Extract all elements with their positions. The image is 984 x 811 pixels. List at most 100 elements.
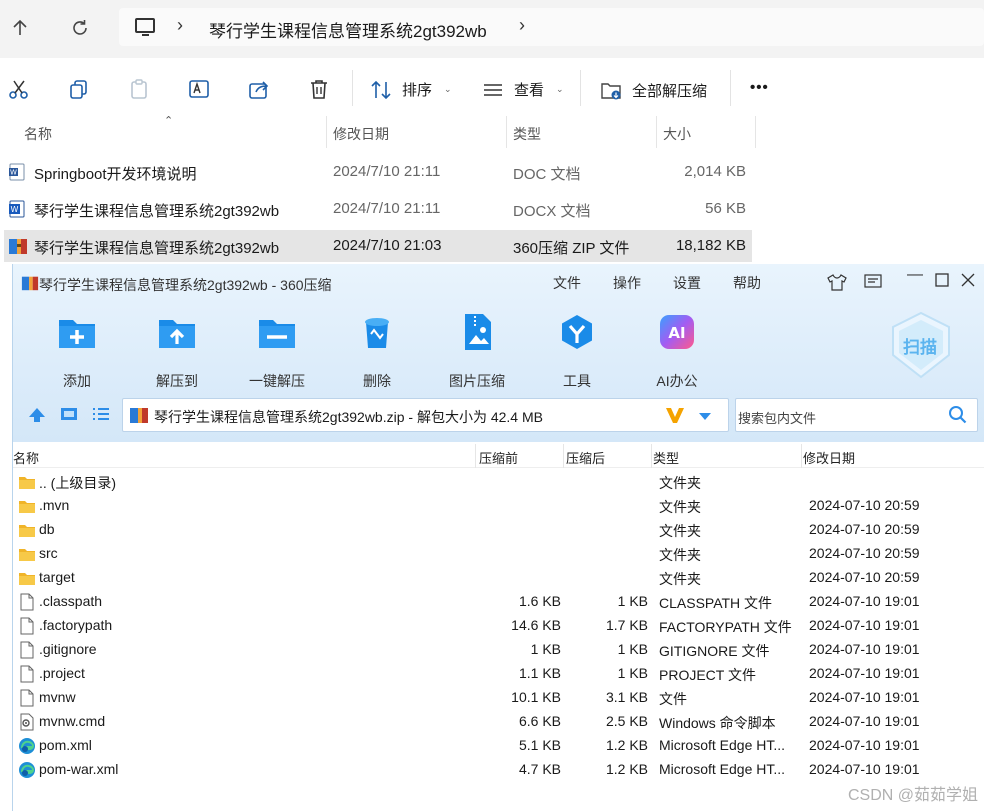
menu-help[interactable]: 帮助 [733, 273, 761, 293]
edge-icon [18, 737, 36, 755]
file-modified: 2024/7/10 21:03 [333, 237, 442, 254]
archive-file-row[interactable]: .project 1.1 KB 1 KB PROJECT 文件 2024-07-10 1… [13, 662, 984, 686]
chevron-right-icon[interactable]: › [177, 15, 183, 36]
col-modified[interactable]: 修改日期 [333, 124, 389, 144]
menu-settings[interactable]: 设置 [673, 273, 701, 293]
column-divider[interactable] [755, 116, 756, 148]
folder-icon [18, 569, 36, 587]
archive-file-row[interactable]: mvnw.cmd 6.6 KB 2.5 KB Windows 命令脚本 2024-07-… [13, 710, 984, 734]
col-type[interactable]: 类型 [653, 448, 679, 467]
archive-search-input[interactable]: 搜索包内文件 [735, 398, 978, 432]
col-name[interactable]: 名称 [24, 124, 52, 144]
image-compress-button[interactable]: 图片压缩 [435, 312, 519, 389]
col-before[interactable]: 压缩前 [479, 448, 518, 467]
archive-file-before: 6.6 KB [518, 713, 561, 729]
minimize-icon[interactable]: — [907, 266, 923, 284]
archive-file-row[interactable]: .factorypath 14.6 KB 1.7 KB FACTORYPATH 文件 2… [13, 614, 984, 638]
col-type[interactable]: 类型 [513, 124, 541, 144]
menu-file[interactable]: 文件 [553, 273, 581, 293]
add-label: 添加 [63, 373, 91, 389]
archive-file-type: Windows 命令脚本 [659, 715, 776, 731]
col-size[interactable]: 大小 [663, 124, 691, 144]
archive-file-name: pom-war.xml [39, 761, 119, 777]
zip-window-header: 琴行学生课程信息管理系统2gt392wb - 360压缩 文件 操作 设置 帮助… [13, 264, 984, 442]
column-divider[interactable] [475, 444, 476, 468]
up-level-icon[interactable] [27, 405, 47, 428]
column-divider[interactable] [563, 444, 564, 468]
extract-to-button[interactable]: 解压到 [135, 312, 219, 389]
archive-file-row[interactable]: .classpath 1.6 KB 1 KB CLASSPATH 文件 2024-07-… [13, 590, 984, 614]
ai-office-button[interactable]: AI AI办公 [635, 312, 719, 389]
archive-file-after: 1.2 KB [605, 737, 648, 753]
paste-icon[interactable] [128, 78, 150, 100]
archive-file-row[interactable]: .. (上级目录) 文件夹 [13, 470, 984, 494]
zip-window: 琴行学生课程信息管理系统2gt392wb - 360压缩 文件 操作 设置 帮助… [12, 264, 984, 811]
archive-file-row[interactable]: .mvn 文件夹 2024-07-10 20:59 [13, 494, 984, 518]
copy-icon[interactable] [68, 78, 90, 100]
file-type: 360压缩 ZIP 文件 [513, 240, 630, 257]
toolbar-divider [352, 70, 353, 106]
menu-action[interactable]: 操作 [613, 273, 641, 293]
v-logo-icon[interactable] [664, 404, 686, 431]
archive-file-row[interactable]: mvnw 10.1 KB 3.1 KB 文件 2024-07-10 19:01 [13, 686, 984, 710]
archive-file-row[interactable]: target 文件夹 2024-07-10 20:59 [13, 566, 984, 590]
archive-file-row[interactable]: pom.xml 5.1 KB 1.2 KB Microsoft Edge HT... 2… [13, 734, 984, 758]
maximize-icon[interactable] [935, 273, 949, 292]
archive-file-after: 1 KB [617, 665, 648, 681]
this-pc-icon[interactable] [135, 18, 155, 36]
view-button[interactable]: 查看 ⌄ [482, 79, 564, 100]
delete-icon[interactable] [308, 78, 330, 100]
column-divider[interactable] [651, 444, 652, 468]
col-modified[interactable]: 修改日期 [803, 448, 855, 467]
scan-button[interactable]: 扫描 [889, 311, 953, 379]
file-row-selected[interactable]: 琴行学生课程信息管理系统2gt392wb 2024/7/10 21:03 360… [4, 230, 752, 262]
chevron-down-icon: ⌄ [444, 84, 452, 94]
archive-file-name: .factorypath [39, 617, 113, 633]
thumbnail-view-icon[interactable] [59, 406, 79, 427]
refresh-icon[interactable] [70, 18, 90, 38]
feedback-icon[interactable] [863, 273, 883, 296]
file-name: 琴行学生课程信息管理系统2gt392wb [34, 203, 280, 220]
close-icon[interactable] [961, 273, 975, 292]
dropdown-arrow-icon[interactable] [698, 408, 712, 426]
share-icon[interactable] [248, 78, 270, 100]
list-view-icon[interactable] [91, 406, 111, 427]
column-divider[interactable] [656, 116, 657, 148]
skin-shirt-icon[interactable] [827, 273, 847, 296]
extract-all-button[interactable]: 全部解压缩 [600, 79, 707, 101]
column-divider[interactable] [326, 116, 327, 148]
svg-text:W: W [10, 169, 17, 177]
svg-text:W: W [11, 205, 19, 214]
more-options-button[interactable]: ••• [750, 79, 769, 96]
one-click-extract-button[interactable]: 一键解压 [235, 312, 319, 389]
extract-all-label: 全部解压缩 [632, 82, 708, 100]
search-placeholder: 搜索包内文件 [738, 411, 817, 426]
archive-file-type: FACTORYPATH 文件 [659, 619, 792, 635]
column-divider[interactable] [801, 444, 802, 468]
tools-button[interactable]: 工具 [535, 312, 619, 389]
search-icon[interactable] [948, 405, 968, 430]
col-after[interactable]: 压缩后 [566, 448, 605, 467]
chevron-right-icon[interactable]: › [519, 15, 525, 36]
add-button[interactable]: 添加 [35, 312, 119, 389]
archive-path-box[interactable]: 琴行学生课程信息管理系统2gt392wb.zip - 解包大小为 42.4 MB [122, 398, 729, 432]
file-row[interactable]: W 琴行学生课程信息管理系统2gt392wb 2024/7/10 21:11 D… [4, 193, 752, 225]
archive-file-row[interactable]: db 文件夹 2024-07-10 20:59 [13, 518, 984, 542]
archive-file-row[interactable]: pom-war.xml 4.7 KB 1.2 KB Microsoft Edge HT… [13, 758, 984, 782]
archive-file-row[interactable]: src 文件夹 2024-07-10 20:59 [13, 542, 984, 566]
cut-icon[interactable] [8, 78, 30, 100]
breadcrumb-folder[interactable]: 琴行学生课程信息管理系统2gt392wb [209, 17, 487, 42]
delete-button[interactable]: 删除 [335, 312, 419, 389]
col-name[interactable]: 名称 [13, 448, 39, 467]
column-divider[interactable] [506, 116, 507, 148]
archive-file-row[interactable]: .gitignore 1 KB 1 KB GITIGNORE 文件 2024-07-10… [13, 638, 984, 662]
breadcrumb[interactable]: › 琴行学生课程信息管理系统2gt392wb › [119, 8, 984, 46]
up-arrow-icon[interactable] [10, 18, 30, 38]
archive-file-modified: 2024-07-10 20:59 [809, 545, 920, 561]
file-row[interactable]: W Springboot开发环境说明 2024/7/10 21:11 DOC 文… [4, 156, 752, 188]
archive-file-name: src [39, 545, 58, 561]
archive-file-name: .mvn [39, 497, 70, 513]
sort-button[interactable]: 排序 ⌄ [370, 79, 452, 100]
word-doc-icon: W [8, 163, 26, 185]
rename-icon[interactable] [188, 78, 210, 100]
